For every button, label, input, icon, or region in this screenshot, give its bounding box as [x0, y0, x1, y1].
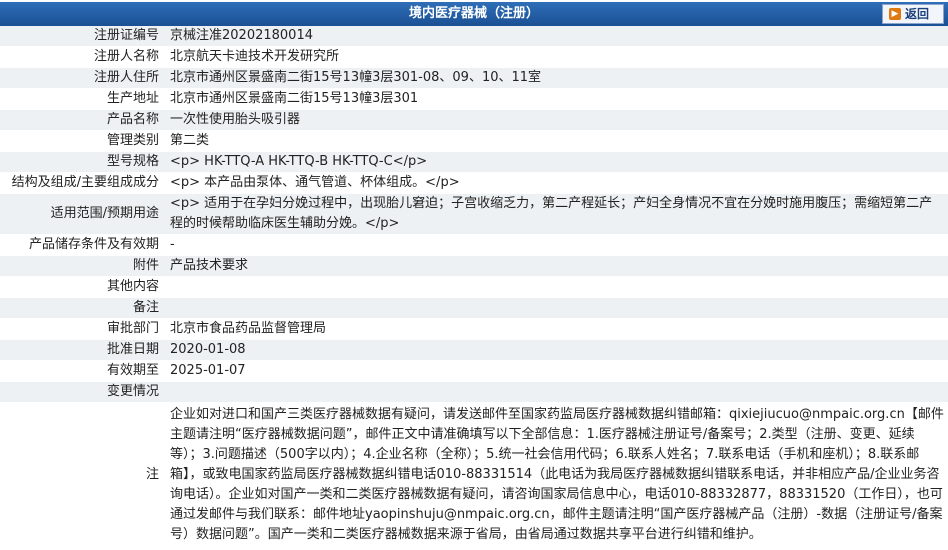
table-row: 备注	[0, 297, 948, 319]
table-row: 批准日期 2020-01-08	[0, 339, 948, 361]
table-row: 适用范围/预期用途 <p> 适用于在孕妇分娩过程中，出现胎儿窘迫；子宫收缩乏力，第…	[0, 193, 948, 235]
row-value: <p> HK-TTQ-A HK-TTQ-B HK-TTQ-C</p>	[165, 151, 948, 173]
table-row: 注册人名称 北京航天卡迪技术开发研究所	[0, 46, 948, 68]
row-label: 结构及组成/主要组成成分	[0, 172, 165, 194]
table-row: 管理类别 第二类	[0, 130, 948, 152]
row-label: 备注	[0, 297, 165, 319]
note-text: 企业如对进口和国产三类医疗器械数据有疑问，请发送邮件至国家药监局医疗器械数据纠错…	[170, 407, 944, 542]
row-label: 附件	[0, 255, 165, 277]
row-label: 生产地址	[0, 88, 165, 110]
row-label: 型号规格	[0, 151, 165, 173]
row-label: 审批部门	[0, 318, 165, 340]
row-value: 京械注准20202180014	[165, 26, 948, 47]
table-row: 有效期至 2025-01-07	[0, 360, 948, 382]
row-value	[165, 276, 948, 298]
row-label: 批准日期	[0, 339, 165, 361]
note-label: 注	[0, 402, 165, 548]
row-value: 北京市通州区景盛南二街15号13幢3层301-08、09、10、11室	[165, 67, 948, 89]
table-row: 其他内容	[0, 276, 948, 298]
table-row: 变更情况	[0, 381, 948, 403]
row-label: 管理类别	[0, 130, 165, 152]
back-button-label: 返回	[904, 7, 929, 21]
row-value: 产品技术要求	[165, 255, 948, 277]
row-value: 北京市通州区景盛南二街15号13幢3层301	[165, 88, 948, 110]
row-value	[165, 381, 948, 403]
row-value: <p> 本产品由泵体、通气管道、杯体组成。</p>	[165, 172, 948, 194]
row-value: 北京市食品药品监督管理局	[165, 318, 948, 340]
row-value: -	[165, 234, 948, 256]
row-label: 产品储存条件及有效期	[0, 234, 165, 256]
page-header: 境内医疗器械（注册） ▶ 返回	[0, 2, 948, 26]
row-value: 2025-01-07	[165, 360, 948, 382]
row-label: 变更情况	[0, 381, 165, 403]
row-label: 注册证编号	[0, 26, 165, 47]
table-row: 生产地址 北京市通州区景盛南二街15号13幢3层301	[0, 88, 948, 110]
row-label: 适用范围/预期用途	[0, 193, 165, 235]
back-button[interactable]: ▶ 返回	[881, 4, 944, 24]
detail-table: 注册证编号 京械注准20202180014 注册人名称 北京航天卡迪技术开发研究所 …	[0, 26, 948, 548]
row-value: 第二类	[165, 130, 948, 152]
table-row: 产品名称 一次性使用胎头吸引器	[0, 109, 948, 131]
row-value: 一次性使用胎头吸引器	[165, 109, 948, 131]
row-value: 北京航天卡迪技术开发研究所	[165, 46, 948, 68]
table-row: 产品储存条件及有效期 -	[0, 234, 948, 256]
row-label: 产品名称	[0, 109, 165, 131]
row-value	[165, 297, 948, 319]
table-row: 审批部门 北京市食品药品监督管理局	[0, 318, 948, 340]
row-label: 有效期至	[0, 360, 165, 382]
table-row: 注册证编号 京械注准20202180014	[0, 26, 948, 47]
arrow-right-icon: ▶	[888, 8, 901, 20]
row-label: 注册人名称	[0, 46, 165, 68]
table-row: 结构及组成/主要组成成分 <p> 本产品由泵体、通气管道、杯体组成。</p>	[0, 172, 948, 194]
note-row: 注 企业如对进口和国产三类医疗器械数据有疑问，请发送邮件至国家药监局医疗器械数据…	[0, 402, 948, 548]
row-value: 2020-01-08	[165, 339, 948, 361]
row-label: 注册人住所	[0, 67, 165, 89]
table-row: 注册人住所 北京市通州区景盛南二街15号13幢3层301-08、09、10、11室	[0, 67, 948, 89]
table-row: 型号规格 <p> HK-TTQ-A HK-TTQ-B HK-TTQ-C</p>	[0, 151, 948, 173]
table-row: 附件 产品技术要求	[0, 255, 948, 277]
row-value: <p> 适用于在孕妇分娩过程中，出现胎儿窘迫；子宫收缩乏力，第二产程延长；产妇全…	[165, 193, 948, 235]
page-title: 境内医疗器械（注册）	[408, 6, 539, 21]
row-label: 其他内容	[0, 276, 165, 298]
